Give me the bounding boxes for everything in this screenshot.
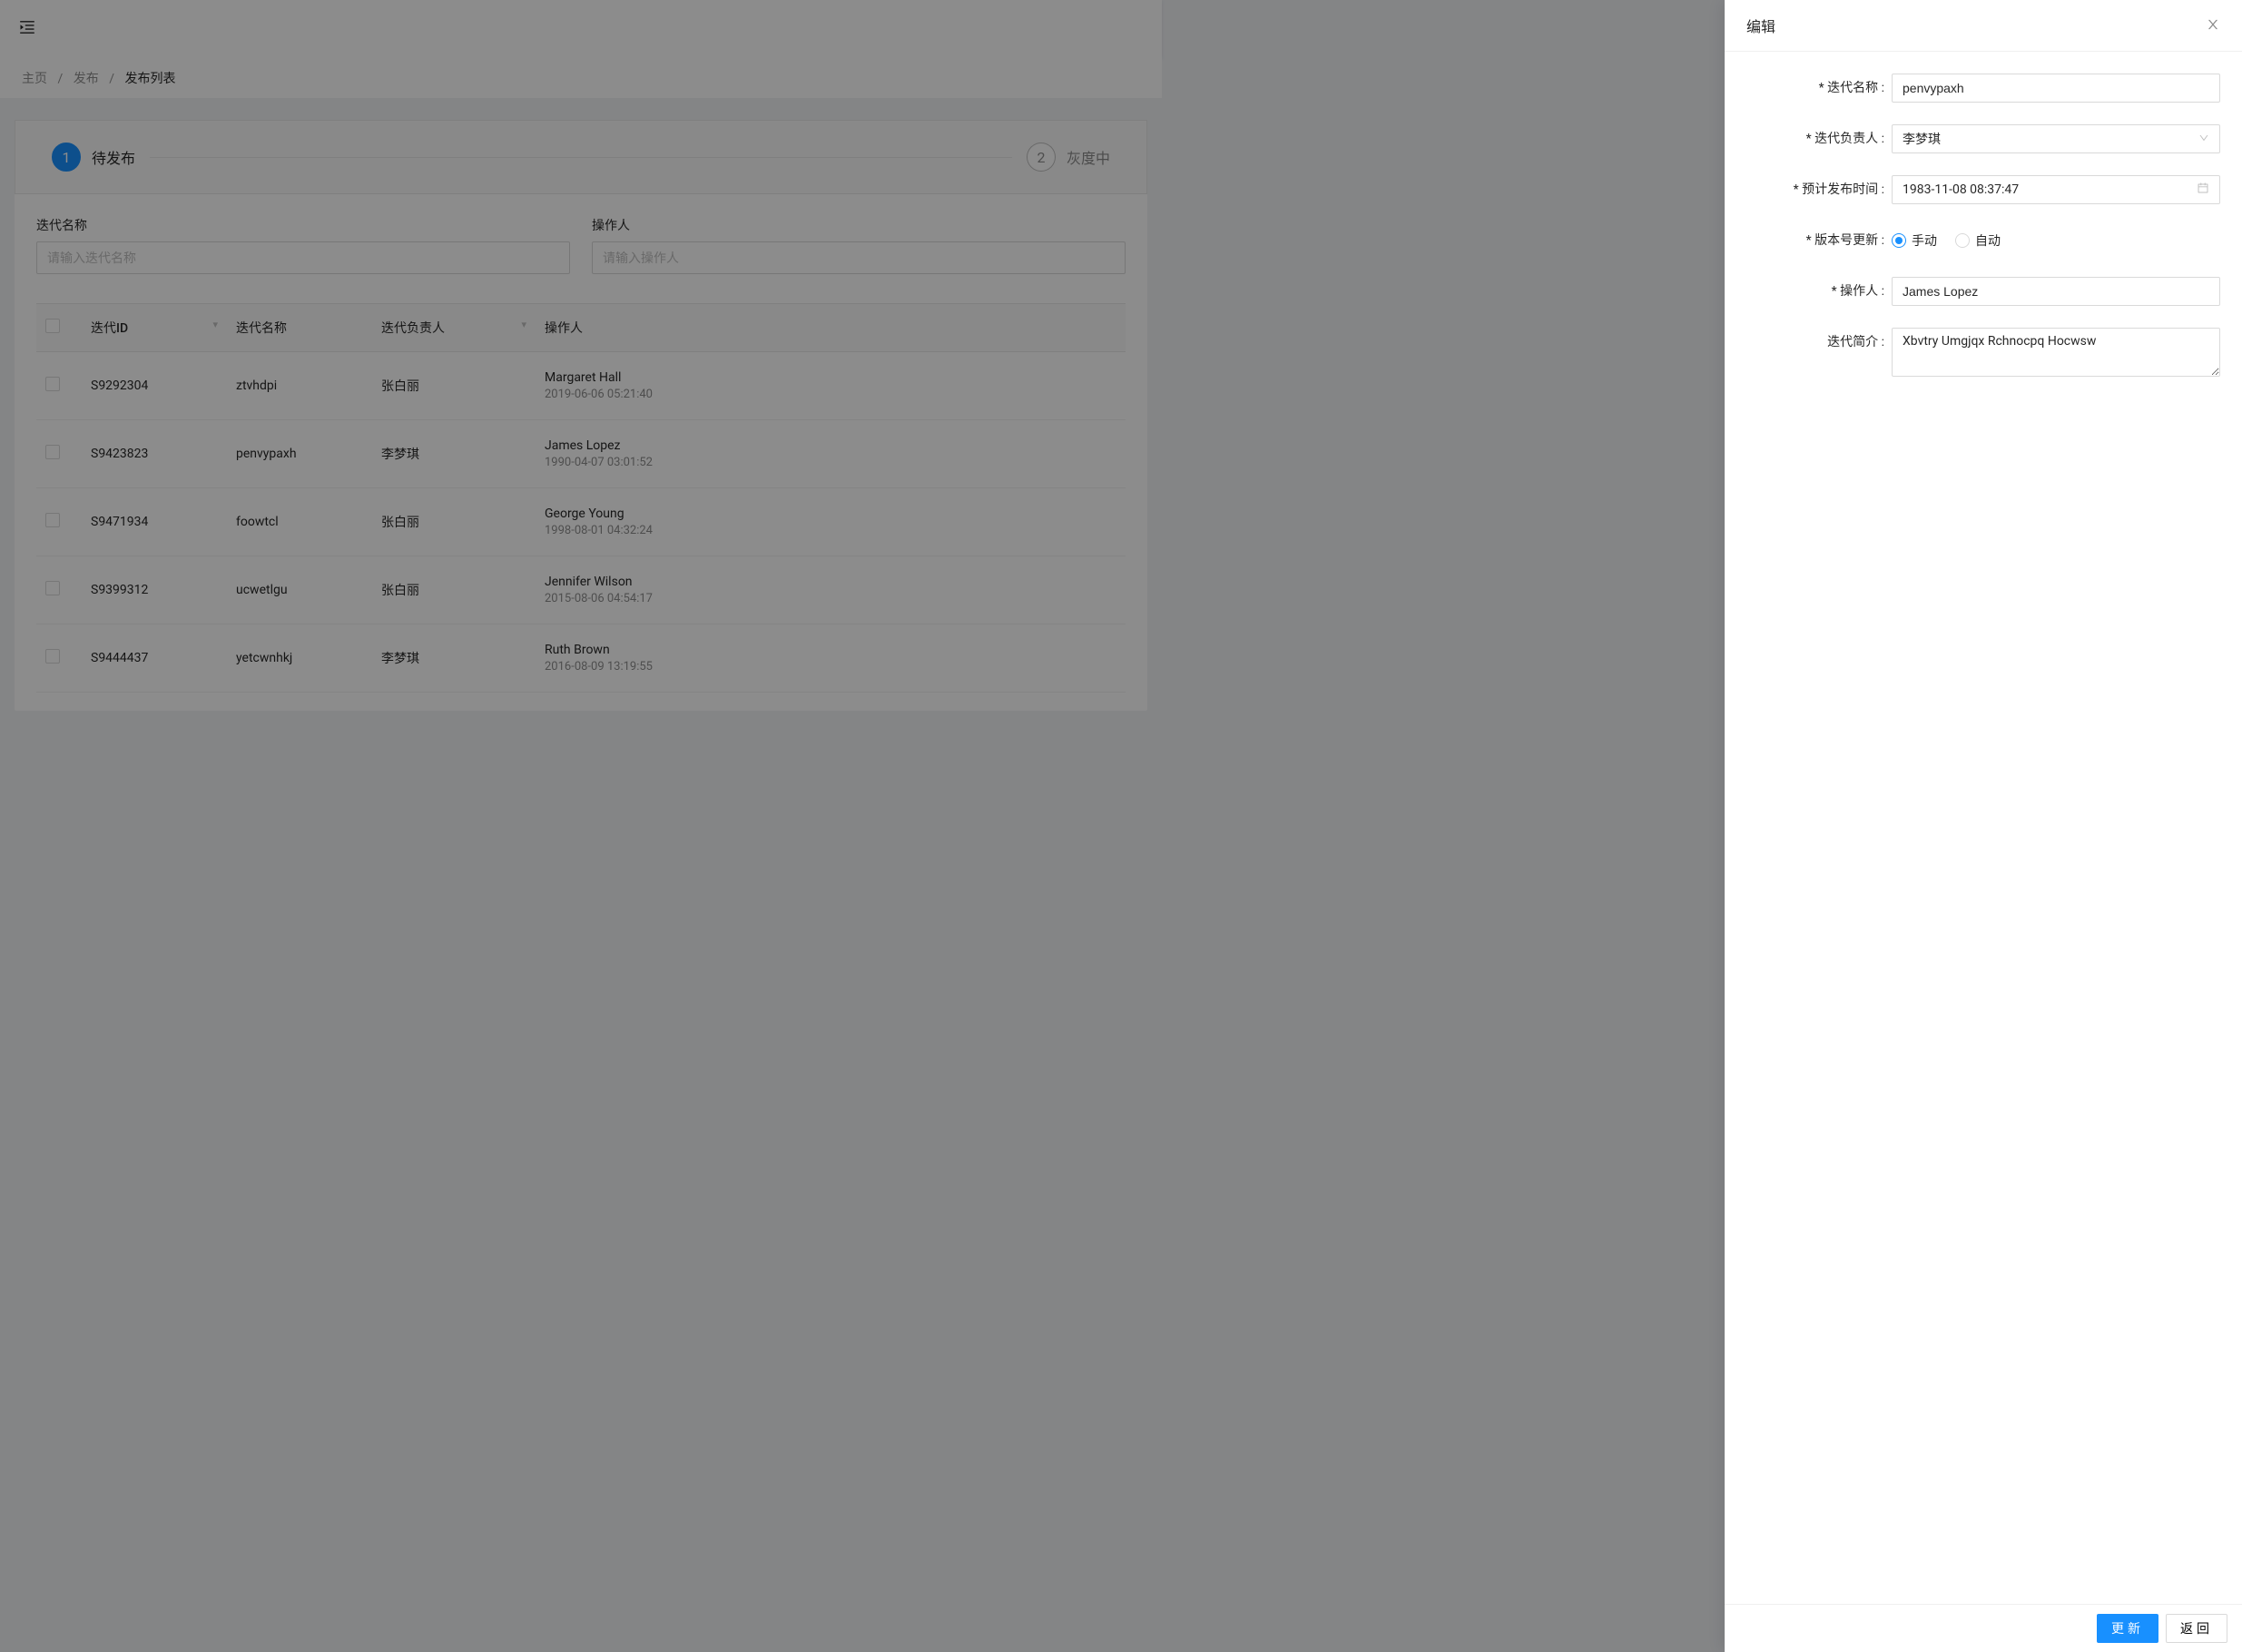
textarea-intro[interactable]: [1892, 328, 2220, 377]
calendar-icon: [2197, 182, 2209, 198]
update-button[interactable]: 更新: [2097, 1614, 2158, 1643]
chevron-down-icon: [2198, 133, 2209, 146]
radio-auto[interactable]: 自动: [1955, 231, 2001, 250]
drawer-footer: 更新 返回: [1725, 1604, 2242, 1652]
select-owner-value: 李梦琪: [1903, 130, 1941, 148]
plan-time-value: 1983-11-08 08:37:47: [1903, 182, 2019, 197]
label-plan-time: 预计发布时间 :: [1746, 175, 1892, 204]
radio-manual-label: 手动: [1912, 231, 1937, 250]
select-owner[interactable]: 李梦琪: [1892, 124, 2220, 153]
radio-group-version: 手动 自动: [1892, 226, 2220, 255]
label-version-update: 版本号更新 :: [1746, 226, 1892, 255]
input-iteration-name[interactable]: [1892, 74, 2220, 103]
radio-dot-icon: [1955, 233, 1970, 248]
label-operator: 操作人 :: [1746, 277, 1892, 306]
input-plan-time[interactable]: 1983-11-08 08:37:47: [1892, 175, 2220, 204]
label-owner: 迭代负责人 :: [1746, 124, 1892, 153]
edit-drawer: 编辑 迭代名称 : 迭代负责人 : 李梦琪 预计发布时间 :: [1725, 0, 2242, 1652]
radio-manual[interactable]: 手动: [1892, 231, 1937, 250]
input-operator[interactable]: [1892, 277, 2220, 306]
label-iteration-name: 迭代名称 :: [1746, 74, 1892, 103]
radio-auto-label: 自动: [1975, 231, 2001, 250]
drawer-title: 编辑: [1746, 15, 1775, 36]
close-icon[interactable]: [2206, 17, 2220, 34]
drawer-header: 编辑: [1725, 0, 2242, 52]
radio-dot-icon: [1892, 233, 1906, 248]
drawer-body: 迭代名称 : 迭代负责人 : 李梦琪 预计发布时间 : 1983-11-08 0: [1725, 52, 2242, 1604]
back-button[interactable]: 返回: [2166, 1614, 2227, 1643]
label-intro: 迭代简介 :: [1746, 328, 1892, 357]
